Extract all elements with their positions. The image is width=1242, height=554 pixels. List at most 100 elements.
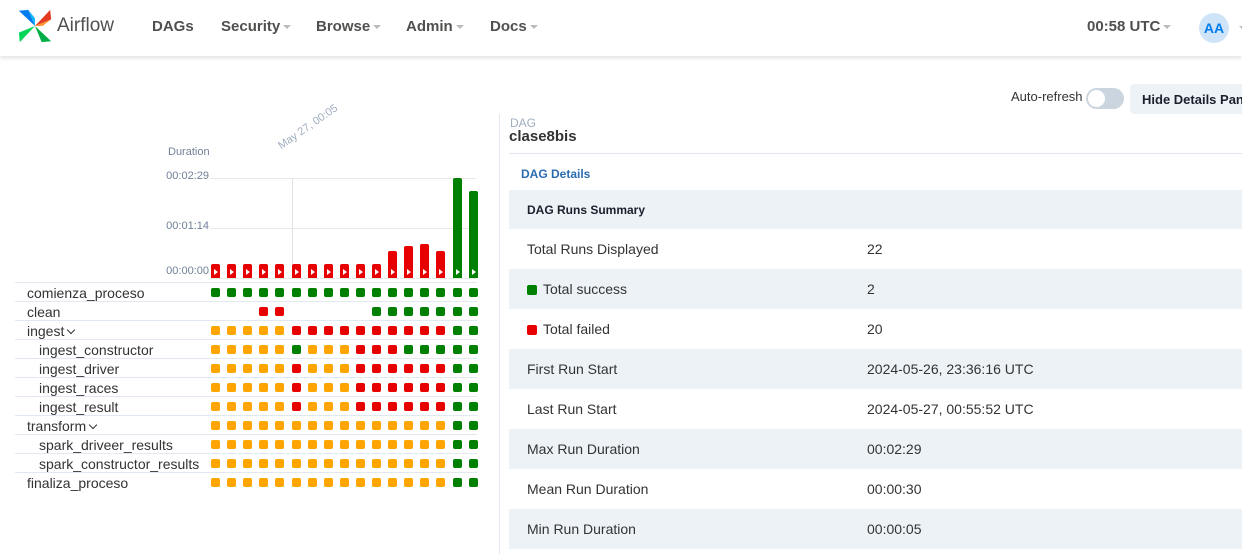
- task-instance-square[interactable]: [323, 478, 333, 487]
- task-instance-square[interactable]: [404, 345, 414, 354]
- task-instance-square[interactable]: [323, 402, 333, 411]
- task-instance-square[interactable]: [211, 459, 220, 468]
- task-instance-square[interactable]: [404, 402, 414, 411]
- task-instance-square[interactable]: [452, 288, 462, 297]
- task-instance-square[interactable]: [372, 364, 381, 373]
- task-instance-square[interactable]: [227, 402, 237, 411]
- task-instance-square[interactable]: [211, 345, 220, 354]
- task-instance-square[interactable]: [211, 402, 220, 411]
- task-instance-square[interactable]: [307, 326, 317, 335]
- task-instance-square[interactable]: [339, 478, 349, 487]
- task-instance-square[interactable]: [372, 307, 381, 316]
- task-instance-square[interactable]: [339, 364, 349, 373]
- task-instance-square[interactable]: [227, 478, 237, 487]
- task-instance-square[interactable]: [275, 383, 285, 392]
- task-instance-square[interactable]: [420, 326, 430, 335]
- chevron-down-icon[interactable]: [88, 420, 98, 430]
- run-bar[interactable]: [404, 245, 414, 278]
- task-instance-square[interactable]: [323, 421, 333, 430]
- task-instance-square[interactable]: [307, 288, 317, 297]
- task-instance-square[interactable]: [436, 440, 446, 449]
- task-instance-square[interactable]: [243, 364, 253, 373]
- task-instance-square[interactable]: [227, 326, 237, 335]
- task-instance-square[interactable]: [452, 440, 462, 449]
- task-instance-square[interactable]: [355, 421, 365, 430]
- task-instance-square[interactable]: [323, 364, 333, 373]
- task-instance-square[interactable]: [388, 459, 398, 468]
- task-name[interactable]: ingest_races: [39, 380, 118, 396]
- nav-browse[interactable]: Browse: [316, 18, 382, 35]
- task-instance-square[interactable]: [243, 402, 253, 411]
- auto-refresh-toggle[interactable]: [1086, 88, 1124, 109]
- task-instance-square[interactable]: [291, 288, 301, 297]
- task-instance-square[interactable]: [211, 288, 220, 297]
- task-instance-square[interactable]: [259, 326, 269, 335]
- task-instance-square[interactable]: [468, 364, 478, 373]
- task-instance-square[interactable]: [436, 459, 446, 468]
- task-instance-square[interactable]: [452, 459, 462, 468]
- task-instance-square[interactable]: [436, 383, 446, 392]
- run-bar[interactable]: [468, 191, 478, 278]
- dag-details-tab[interactable]: DAG Details: [521, 167, 590, 181]
- task-name[interactable]: spark_driveer_results: [39, 437, 173, 453]
- task-instance-square[interactable]: [388, 421, 398, 430]
- task-instance-square[interactable]: [468, 345, 478, 354]
- run-bar[interactable]: [227, 264, 237, 278]
- task-instance-square[interactable]: [307, 345, 317, 354]
- task-instance-square[interactable]: [372, 326, 381, 335]
- task-instance-square[interactable]: [388, 288, 398, 297]
- task-instance-square[interactable]: [420, 421, 430, 430]
- task-instance-square[interactable]: [404, 364, 414, 373]
- run-bar[interactable]: [243, 264, 253, 278]
- task-instance-square[interactable]: [291, 421, 301, 430]
- task-instance-square[interactable]: [436, 345, 446, 354]
- task-instance-square[interactable]: [372, 345, 381, 354]
- task-instance-square[interactable]: [355, 326, 365, 335]
- task-instance-square[interactable]: [307, 440, 317, 449]
- task-instance-square[interactable]: [275, 364, 285, 373]
- task-name[interactable]: ingest_result: [39, 399, 118, 415]
- task-instance-square[interactable]: [420, 364, 430, 373]
- task-instance-square[interactable]: [372, 459, 381, 468]
- airflow-logo[interactable]: Airflow: [16, 6, 114, 46]
- task-instance-square[interactable]: [404, 421, 414, 430]
- run-bar[interactable]: [291, 264, 301, 278]
- task-instance-square[interactable]: [291, 440, 301, 449]
- task-instance-square[interactable]: [339, 440, 349, 449]
- task-instance-square[interactable]: [452, 364, 462, 373]
- task-instance-square[interactable]: [259, 459, 269, 468]
- task-instance-square[interactable]: [339, 326, 349, 335]
- task-name[interactable]: comienza_proceso: [27, 285, 145, 301]
- task-instance-square[interactable]: [355, 402, 365, 411]
- task-instance-square[interactable]: [452, 307, 462, 316]
- task-instance-square[interactable]: [355, 364, 365, 373]
- task-instance-square[interactable]: [275, 440, 285, 449]
- task-instance-square[interactable]: [243, 421, 253, 430]
- task-instance-square[interactable]: [243, 440, 253, 449]
- task-instance-square[interactable]: [355, 459, 365, 468]
- task-instance-square[interactable]: [452, 402, 462, 411]
- task-instance-square[interactable]: [211, 383, 220, 392]
- hide-details-panel-button[interactable]: Hide Details Panel: [1130, 84, 1242, 114]
- task-instance-square[interactable]: [468, 288, 478, 297]
- task-instance-square[interactable]: [291, 402, 301, 411]
- task-instance-square[interactable]: [436, 288, 446, 297]
- task-instance-square[interactable]: [339, 402, 349, 411]
- chevron-down-icon[interactable]: [67, 325, 76, 335]
- task-instance-square[interactable]: [436, 307, 446, 316]
- task-instance-square[interactable]: [259, 383, 269, 392]
- task-instance-square[interactable]: [388, 478, 398, 487]
- task-instance-square[interactable]: [259, 421, 269, 430]
- task-instance-square[interactable]: [339, 288, 349, 297]
- task-instance-square[interactable]: [275, 288, 285, 297]
- task-instance-square[interactable]: [468, 326, 478, 335]
- task-instance-square[interactable]: [259, 440, 269, 449]
- task-instance-square[interactable]: [404, 440, 414, 449]
- task-instance-square[interactable]: [339, 383, 349, 392]
- task-instance-square[interactable]: [339, 459, 349, 468]
- task-instance-square[interactable]: [420, 307, 430, 316]
- task-instance-square[interactable]: [227, 288, 237, 297]
- task-instance-square[interactable]: [404, 307, 414, 316]
- task-instance-square[interactable]: [243, 478, 253, 487]
- task-instance-square[interactable]: [404, 288, 414, 297]
